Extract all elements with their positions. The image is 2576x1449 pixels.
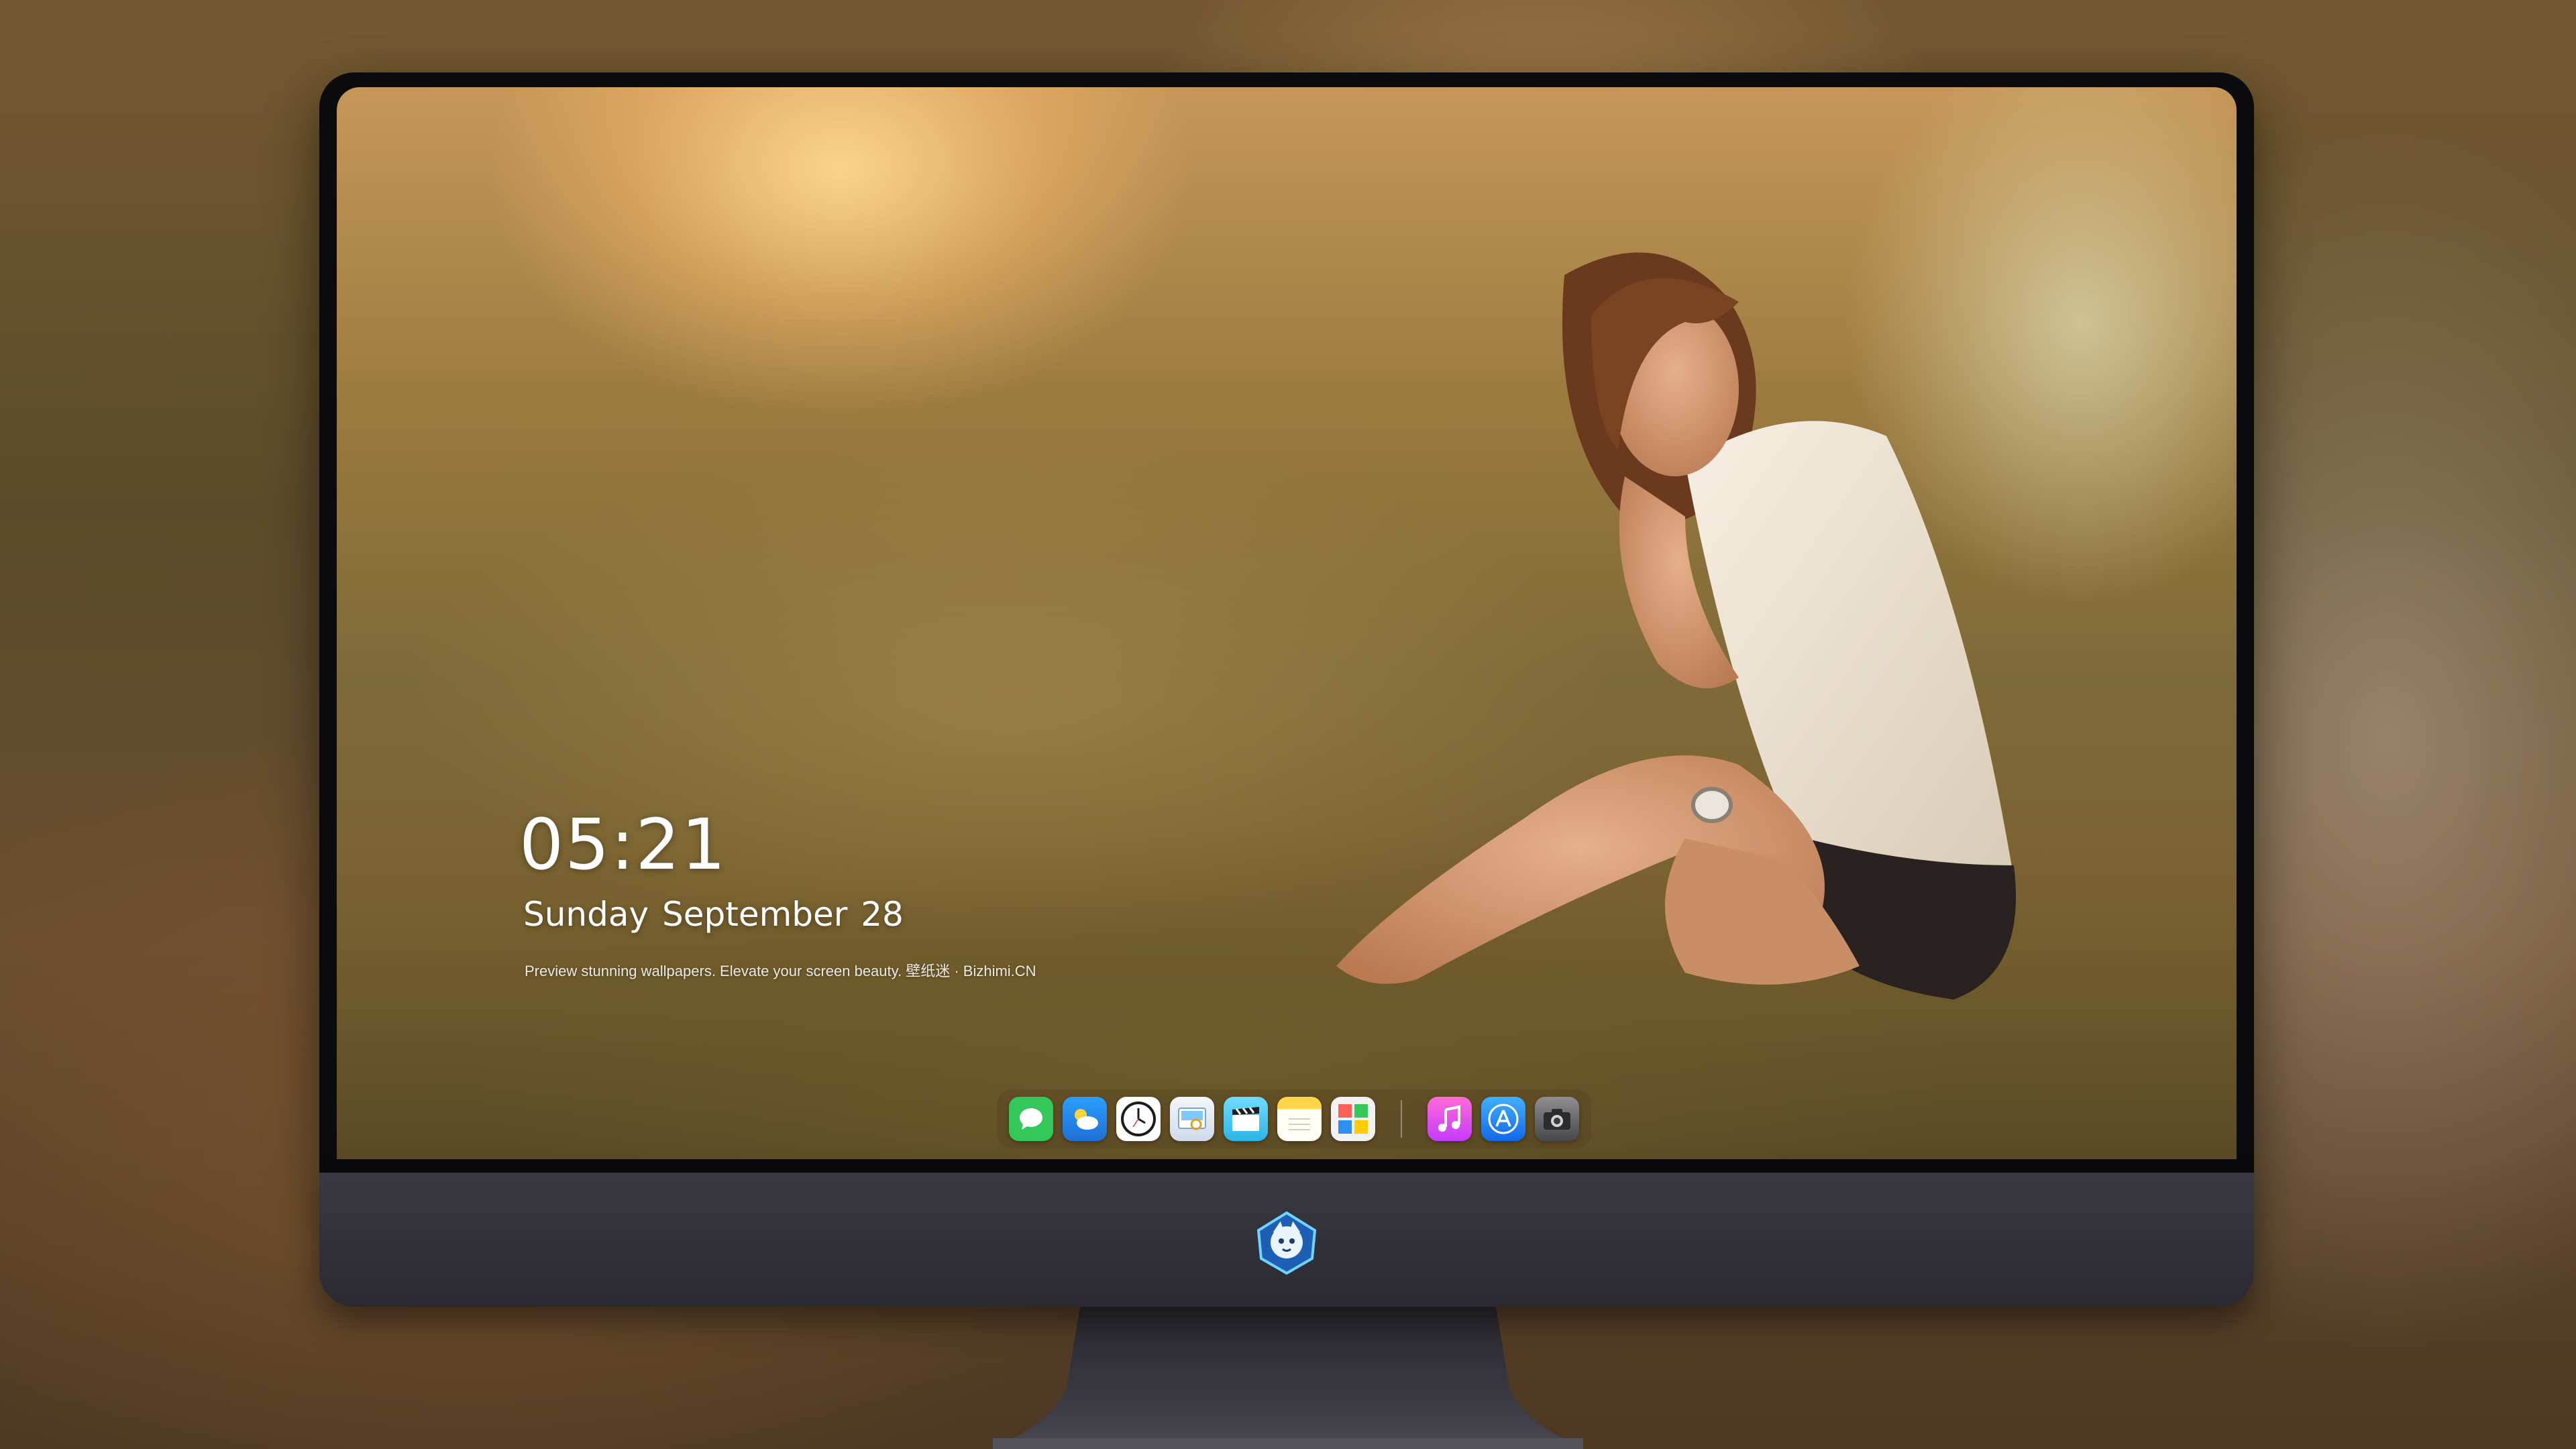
clock-icon[interactable] (1116, 1097, 1161, 1141)
monitor-bezel: 05:21 Sunday September 28 Preview stunni… (319, 72, 2254, 1173)
dock (997, 1089, 1591, 1148)
camera-icon[interactable] (1535, 1097, 1579, 1141)
wallpaper-portrait-image (1336, 252, 2017, 1000)
messages-icon[interactable] (1009, 1097, 1053, 1141)
notes-icon[interactable] (1277, 1097, 1322, 1141)
monitor: 05:21 Sunday September 28 Preview stunni… (319, 72, 2254, 1307)
monitor-chin (319, 1173, 2254, 1307)
lock-screen: 05:21 Sunday September 28 Preview stunni… (337, 87, 2237, 1159)
monitor-stand (993, 1307, 1583, 1449)
weather-icon[interactable] (1063, 1097, 1107, 1141)
lock-screen-date: Sunday September 28 (523, 895, 904, 934)
wallpaper-tagline: Preview stunning wallpapers. Elevate you… (525, 963, 1036, 979)
dock-separator (1401, 1100, 1402, 1138)
brand-logo-icon (1256, 1211, 1317, 1275)
blurred-backdrop: 05:21 Sunday September 28 Preview stunni… (0, 0, 2576, 1449)
music-icon[interactable] (1428, 1097, 1472, 1141)
video-clapper-icon[interactable] (1224, 1097, 1268, 1141)
app-store-icon[interactable] (1481, 1097, 1525, 1141)
lock-screen-time: 05:21 (519, 804, 727, 885)
preview-icon[interactable] (1170, 1097, 1214, 1141)
photo-booth-icon[interactable] (1331, 1097, 1375, 1141)
